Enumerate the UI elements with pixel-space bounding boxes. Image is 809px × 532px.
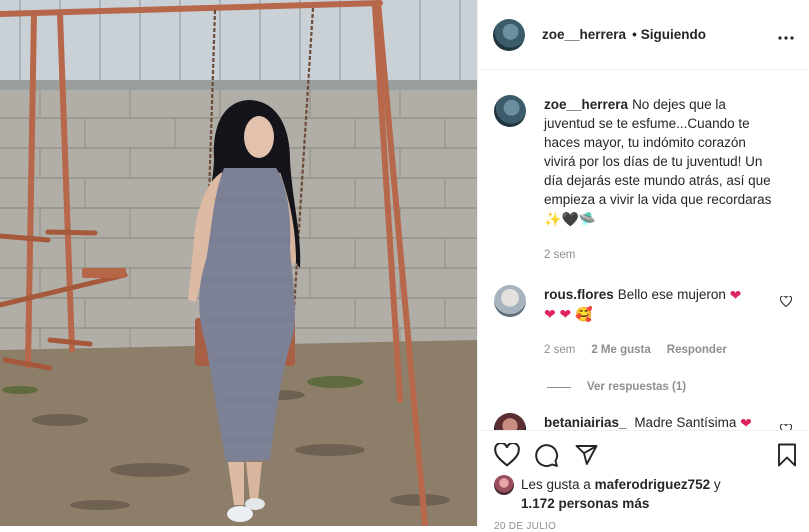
likes-summary: Les gusta a maferodriguez752 y 1.172 per…	[494, 475, 721, 513]
comment-likes[interactable]: 2 Me gusta	[591, 341, 650, 360]
replies-divider	[547, 386, 571, 388]
photo-illustration	[0, 0, 477, 526]
caption-meta: 2 sem	[544, 246, 780, 265]
action-icons	[494, 441, 798, 471]
view-replies-label: Ver respuestas (1)	[587, 381, 687, 393]
post-actions: Les gusta a maferodriguez752 y 1.172 per…	[478, 430, 809, 532]
caption-time[interactable]: 2 sem	[544, 246, 575, 265]
author-avatar[interactable]	[493, 18, 525, 51]
comment-item: rous.flores Bello ese mujeron ❤ ❤ ❤ 🥰 2 s…	[494, 285, 794, 360]
likes-prefix: Les gusta a	[521, 477, 591, 492]
comment-username[interactable]: betaniairias_	[544, 415, 627, 430]
comment-time[interactable]: 2 sem	[544, 341, 575, 360]
caption: zoe__herrera No dejes que la juventud se …	[494, 95, 794, 265]
comment-avatar[interactable]	[494, 285, 526, 317]
comment-text: Bello ese mujeron	[617, 287, 726, 302]
red-heart-emoji: ❤	[544, 306, 556, 322]
post-date[interactable]: 20 DE JULIO	[494, 521, 556, 532]
post-sidebar: zoe__herrera • Siguiendo zoe__herrera No …	[477, 0, 809, 532]
liker-username[interactable]: maferodriguez752	[595, 477, 711, 492]
comment-icon[interactable]	[534, 443, 559, 471]
post-photo[interactable]	[0, 0, 477, 526]
caption-username[interactable]: zoe__herrera	[544, 97, 628, 112]
smiling-hearts-emoji: 🥰	[575, 306, 593, 322]
likes-conj: y	[713, 477, 721, 492]
author-username[interactable]: zoe__herrera	[542, 27, 626, 42]
comment-heart-icon[interactable]	[779, 295, 793, 310]
caption-text: No dejes que la juventud se te esfume...…	[544, 97, 772, 207]
comment-item: betaniairias_ Madre Santísima ❤ 🔥	[494, 413, 794, 430]
red-heart-emoji: ❤	[559, 306, 572, 322]
share-icon[interactable]	[574, 443, 599, 470]
sparkles-emoji: ✨	[544, 211, 562, 227]
comment-username[interactable]: rous.flores	[544, 287, 614, 302]
comments-list[interactable]: zoe__herrera No dejes que la juventud se …	[478, 71, 809, 430]
more-icon[interactable]	[778, 28, 794, 43]
following-button[interactable]: Siguiendo	[641, 27, 706, 42]
bookmark-icon[interactable]	[776, 443, 798, 470]
heart-icon[interactable]	[494, 441, 520, 470]
reply-button[interactable]: Responder	[667, 341, 727, 360]
ufo-emoji: 🛸	[578, 211, 597, 227]
red-heart-emoji: ❤	[740, 415, 752, 430]
red-heart-emoji: ❤	[729, 287, 742, 303]
post-header: zoe__herrera • Siguiendo	[478, 0, 809, 70]
liker-avatar[interactable]	[494, 475, 514, 495]
view-replies-button[interactable]: Ver respuestas (1)	[547, 381, 794, 393]
post-modal: zoe__herrera • Siguiendo zoe__herrera No …	[0, 0, 809, 532]
caption-avatar[interactable]	[494, 95, 526, 127]
header-separator: •	[632, 27, 637, 42]
likes-others[interactable]: 1.172 personas más	[521, 496, 649, 511]
comment-text: Madre Santísima	[634, 415, 737, 430]
black-heart-emoji: 🖤	[561, 211, 579, 227]
comment-meta: 2 sem 2 Me gusta Responder	[544, 341, 780, 360]
comment-avatar[interactable]	[494, 413, 526, 430]
comment-heart-icon[interactable]	[779, 423, 793, 430]
